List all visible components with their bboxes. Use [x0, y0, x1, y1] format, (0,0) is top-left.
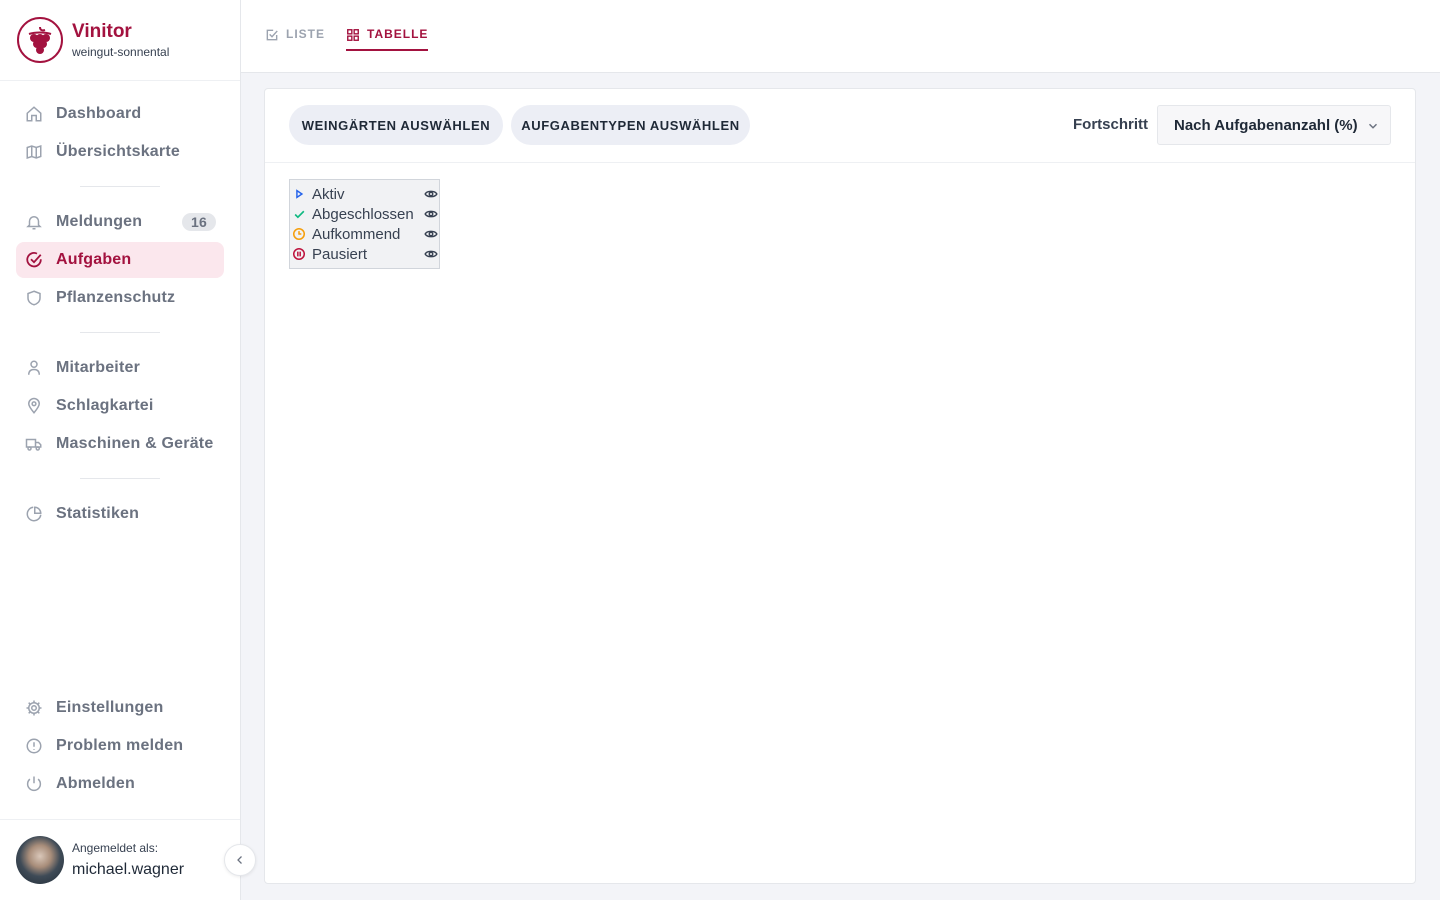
legend-label: Pausiert	[312, 245, 368, 263]
map-icon	[24, 142, 44, 162]
nav-label: Statistiken	[56, 505, 140, 522]
pie-chart-icon	[24, 504, 44, 524]
brand-subtitle: weingut-sonnental	[72, 44, 170, 59]
chevron-down-icon	[1368, 123, 1378, 129]
tab-label: TABELLE	[367, 27, 429, 41]
legend-label: Abgeschlossen	[312, 205, 414, 223]
collapse-sidebar-button[interactable]	[224, 844, 256, 876]
user-label: Angemeldet als:	[72, 840, 159, 855]
task-table-card: WEINGÄRTEN AUSWÄHLEN AUFGABENTYPEN AUSWÄ…	[264, 88, 1416, 884]
nav-label: Meldungen	[56, 213, 143, 230]
home-icon	[24, 104, 44, 124]
legend-item-aufkommend[interactable]: Aufkommend	[290, 224, 439, 244]
clock-icon	[292, 227, 306, 241]
nav-item-aufgaben[interactable]: Aufgaben	[16, 242, 224, 278]
nav-label: Dashboard	[56, 105, 142, 122]
nav-label: Abmelden	[56, 775, 135, 792]
nav-item-abmelden[interactable]: Abmelden	[16, 766, 224, 802]
truck-icon	[24, 434, 44, 454]
nav-label: Aufgaben	[56, 251, 132, 268]
eye-icon[interactable]	[424, 187, 438, 201]
tab-liste[interactable]: LISTE	[265, 27, 325, 51]
nav-item-uebersichtskarte[interactable]: Übersichtskarte	[16, 134, 224, 170]
legend-label: Aktiv	[312, 185, 345, 203]
nav-divider	[80, 332, 160, 333]
shield-icon	[24, 288, 44, 308]
select-vineyards-button[interactable]: WEINGÄRTEN AUSWÄHLEN	[289, 105, 503, 145]
nav-item-meldungen[interactable]: Meldungen 16	[16, 204, 224, 240]
select-tasktypes-button[interactable]: AUFGABENTYPEN AUSWÄHLEN	[511, 105, 750, 145]
nav-label: Übersichtskarte	[56, 143, 180, 160]
nav-label: Problem melden	[56, 737, 184, 754]
legend-item-pausiert[interactable]: Pausiert	[290, 244, 439, 264]
grape-logo-icon	[17, 17, 63, 63]
nav-label: Schlagkartei	[56, 397, 154, 414]
power-icon	[24, 774, 44, 794]
legend-label: Aufkommend	[312, 225, 401, 243]
tab-label: LISTE	[286, 27, 326, 41]
check-icon	[292, 207, 306, 221]
nav-item-schlagkartei[interactable]: Schlagkartei	[16, 388, 224, 424]
nav-item-problem-melden[interactable]: Problem melden	[16, 728, 224, 764]
current-user[interactable]: Angemeldet als: michael.wagner	[0, 819, 240, 900]
nav-divider	[80, 478, 160, 479]
eye-icon[interactable]	[424, 247, 438, 261]
tab-tabelle[interactable]: TABELLE	[346, 27, 429, 51]
avatar	[16, 836, 64, 884]
nav-item-dashboard[interactable]: Dashboard	[16, 96, 224, 132]
user-name: michael.wagner	[72, 860, 185, 878]
user-icon	[24, 358, 44, 378]
nav-label: Pflanzenschutz	[56, 289, 176, 306]
main-nav: Dashboard Übersichtskarte Meldungen 16 A…	[16, 96, 224, 532]
view-tabs: LISTE TABELLE	[241, 0, 1440, 73]
nav-item-maschinen[interactable]: Maschinen & Geräte	[16, 426, 224, 462]
check-circle-icon	[24, 250, 44, 270]
play-icon	[292, 187, 306, 201]
brand-name: Vinitor	[72, 20, 132, 42]
bell-icon	[24, 212, 44, 232]
gear-icon	[24, 698, 44, 718]
notification-count-badge: 16	[182, 213, 216, 231]
alert-circle-icon	[24, 736, 44, 756]
status-legend: Aktiv Abgeschlossen Aufkommend Pausiert	[289, 179, 440, 269]
nav-item-pflanzenschutz[interactable]: Pflanzenschutz	[16, 280, 224, 316]
brand[interactable]: Vinitor weingut-sonnental	[0, 0, 240, 81]
nav-label: Maschinen & Geräte	[56, 435, 214, 452]
grid-icon	[347, 29, 359, 41]
nav-item-einstellungen[interactable]: Einstellungen	[16, 690, 224, 726]
nav-item-statistiken[interactable]: Statistiken	[16, 496, 224, 532]
pause-circle-icon	[292, 247, 306, 261]
progress-label: Fortschritt	[1073, 116, 1148, 133]
bottom-nav: Einstellungen Problem melden Abmelden	[16, 690, 224, 802]
nav-label: Einstellungen	[56, 699, 164, 716]
checkbox-icon	[266, 29, 278, 41]
nav-label: Mitarbeiter	[56, 359, 140, 376]
chevron-left-icon	[237, 856, 242, 864]
legend-item-abgeschlossen[interactable]: Abgeschlossen	[290, 204, 439, 224]
eye-icon[interactable]	[424, 227, 438, 241]
nav-item-mitarbeiter[interactable]: Mitarbeiter	[16, 350, 224, 386]
legend-item-aktiv[interactable]: Aktiv	[290, 184, 439, 204]
nav-divider	[80, 186, 160, 187]
eye-icon[interactable]	[424, 207, 438, 221]
progress-select[interactable]: Nach Aufgabenanzahl (%)	[1157, 105, 1391, 145]
progress-select-value: Nach Aufgabenanzahl (%)	[1174, 116, 1358, 134]
map-pin-icon	[24, 396, 44, 416]
card-toolbar: WEINGÄRTEN AUSWÄHLEN AUFGABENTYPEN AUSWÄ…	[265, 89, 1415, 163]
sidebar: Vinitor weingut-sonnental Dashboard Über…	[0, 0, 241, 900]
